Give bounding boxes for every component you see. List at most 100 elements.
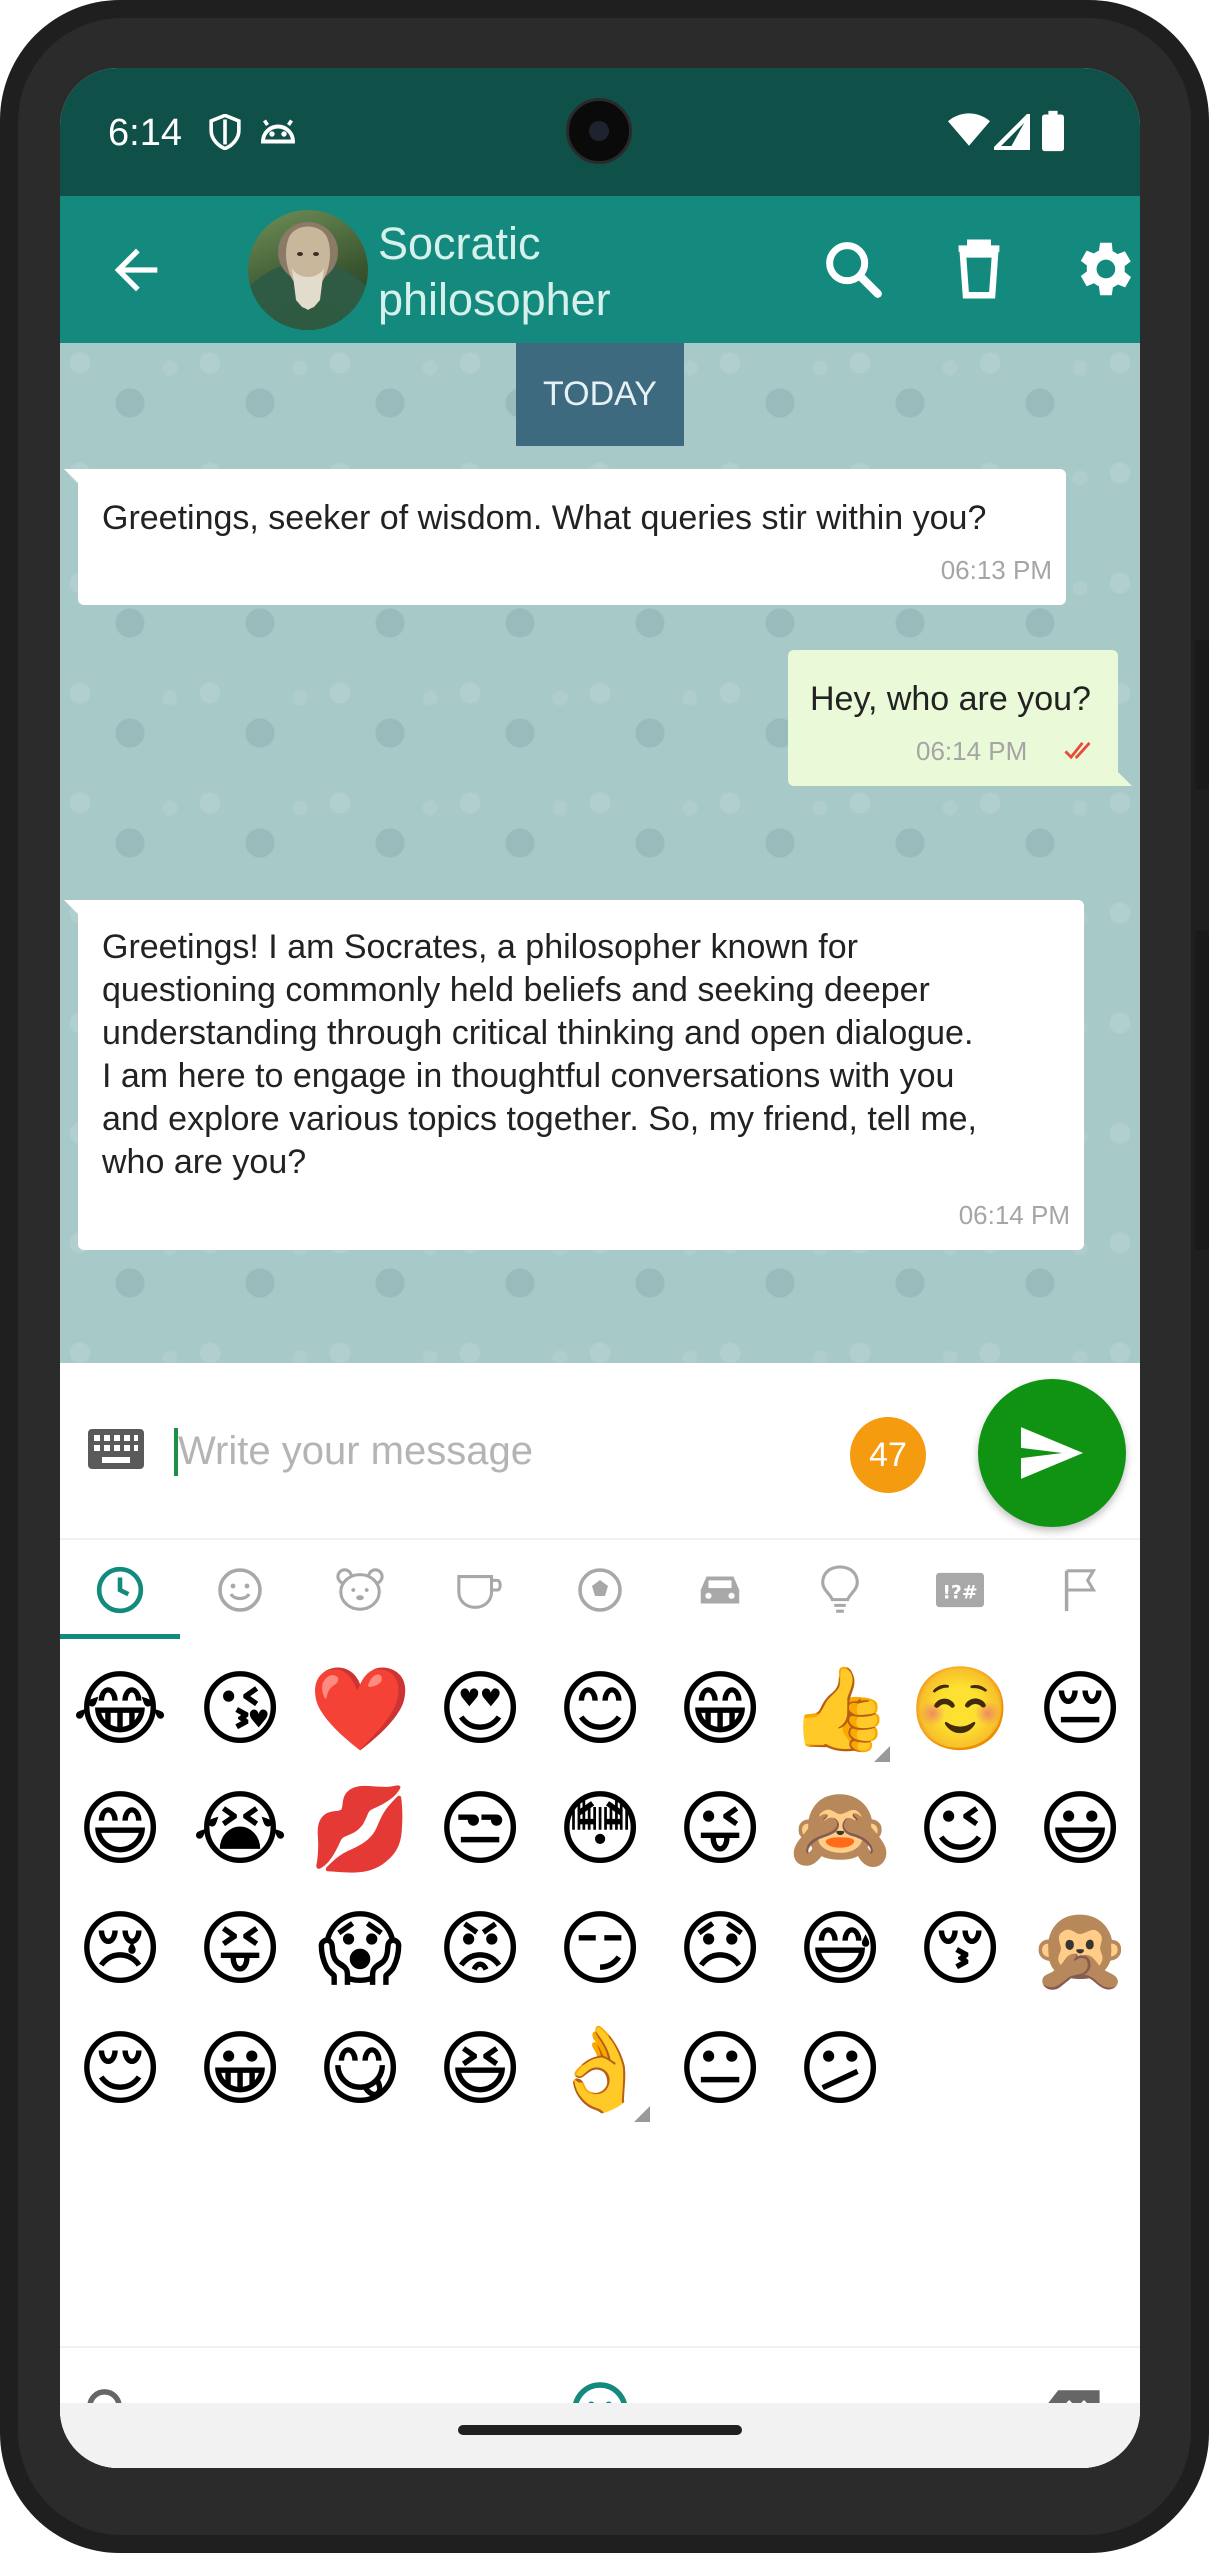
emoji-key[interactable]: 😋 [300,2010,420,2130]
power-button [1195,640,1209,790]
emoji-key[interactable]: 😁 [660,1650,780,1770]
emoji-key[interactable]: 😚 [900,1890,1020,2010]
tab-travel[interactable] [660,1540,780,1640]
back-arrow-icon[interactable] [104,238,168,302]
tab-smileys[interactable] [180,1540,300,1640]
message-text: Greetings, seeker of wisdom. What querie… [102,499,987,537]
emoji-key[interactable]: 😝 [180,1890,300,2010]
message-bubble-incoming[interactable]: Greetings, seeker of wisdom. What querie… [64,469,1066,605]
phone-screen: 6:14 Socratic philosopher TODAY Greeting… [60,68,1140,2468]
bubble-tail [1114,768,1132,786]
search-icon[interactable] [818,234,888,304]
emoji-category-tabs: !?# [60,1540,1140,1640]
message-line: questioning commonly held beliefs and se… [102,971,930,1009]
emoji-key[interactable]: 😀 [180,2010,300,2130]
bubble-tail [64,469,82,487]
emoji-key[interactable]: 👍 [780,1650,900,1770]
message-text: Hey, who are you? [810,680,1091,718]
tab-objects[interactable] [780,1540,900,1640]
lightbulb-icon [821,1565,859,1613]
emoji-key[interactable]: 😂 [60,1650,180,1770]
emoji-key[interactable]: 😊 [540,1650,660,1770]
message-bubble-outgoing[interactable]: Hey, who are you? 06:14 PM [788,650,1132,786]
emoji-keyboard: !?# 😂 😘 ❤️ 😍 😊 😁 👍 ☺️ 😔 😄 😭 💋 😒 😳 😜 🙈 😉 😃 😢 😝 😱 😡 😏 😞 😅 😚 🙊 😌 😀 😋 😆 👌 😐 😕 [60,1538,1140,2468]
tab-food[interactable] [420,1540,540,1640]
emoji-key[interactable]: 😞 [660,1890,780,2010]
emoji-key[interactable]: 😔 [1020,1650,1140,1770]
message-line: and explore various topics together. So,… [102,1100,978,1138]
emoji-key[interactable]: 😜 [660,1770,780,1890]
tab-activities[interactable] [540,1540,660,1640]
emoji-key[interactable]: 😳 [540,1770,660,1890]
emoji-key[interactable]: ☺️ [900,1650,1020,1770]
emoji-key[interactable]: 😘 [180,1650,300,1770]
message-line: Greetings! I am Socrates, a philosopher … [102,928,858,966]
message-line: I am here to engage in thoughtful conver… [102,1057,955,1095]
emoji-key[interactable]: 😆 [420,2010,540,2130]
chat-message-list[interactable]: TODAY Greetings, seeker of wisdom. What … [60,343,1140,1363]
tab-animals[interactable] [300,1540,420,1640]
tab-flags[interactable] [1020,1540,1140,1640]
emoji-key[interactable]: 😉 [900,1770,1020,1890]
emoji-key[interactable]: 😡 [420,1890,540,2010]
emoji-key[interactable]: 🙈 [780,1770,900,1890]
clock-icon [96,1566,144,1614]
emoji-key[interactable]: 😏 [540,1890,660,2010]
settings-icon[interactable] [1068,234,1138,304]
emoji-key[interactable]: 😅 [780,1890,900,2010]
message-line: understanding through critical thinking … [102,1014,974,1052]
selected-tab-indicator [60,1634,180,1639]
message-bubble-incoming[interactable]: Greetings! I am Socrates, a philosopher … [64,900,1084,1250]
emoji-key[interactable]: 😱 [300,1890,420,2010]
volume-button [1195,930,1209,1250]
emoji-key[interactable]: 💋 [300,1770,420,1890]
character-counter-badge: 47 [850,1417,926,1493]
send-button[interactable] [978,1379,1126,1527]
message-line: who are you? [102,1143,307,1181]
delete-icon[interactable] [944,234,1014,304]
home-gesture-handle[interactable] [458,2425,742,2435]
bubble-tail [64,900,82,918]
phone-frame: 6:14 Socratic philosopher TODAY Greeting… [0,0,1209,2553]
tab-symbols[interactable]: !?# [900,1540,1020,1640]
message-time: 06:14 PM [916,736,1028,766]
flag-icon [1064,1569,1097,1612]
skin-tone-variant-indicator [874,1746,890,1762]
date-separator: TODAY [516,343,684,446]
shield-icon [209,114,241,150]
tab-recent[interactable] [60,1540,180,1640]
emoji-key[interactable]: 😍 [420,1650,540,1770]
emoji-key[interactable]: 😌 [60,2010,180,2130]
contact-name[interactable]: Socratic philosopher [378,216,678,328]
emoji-key[interactable]: 😒 [420,1770,540,1890]
svg-text:!?#: !?# [942,1583,977,1604]
android-head-icon [261,119,295,144]
emoji-key[interactable]: 😄 [60,1770,180,1890]
bear-face-icon [336,1568,384,1611]
emoji-key[interactable]: 😭 [180,1770,300,1890]
front-camera [566,98,632,164]
coffee-cup-icon [457,1575,502,1609]
wifi-icon [948,113,990,146]
emoji-key[interactable]: 😐 [660,2010,780,2130]
keyboard-toggle-icon[interactable] [88,1429,144,1469]
car-icon [700,1576,740,1604]
emoji-key[interactable]: 😕 [780,2010,900,2130]
emoji-key[interactable]: 😃 [1020,1770,1140,1890]
symbols-icon: !?# [936,1572,984,1608]
contact-avatar[interactable] [248,210,368,330]
emoji-key[interactable]: 🙊 [1020,1890,1140,2010]
philosopher-portrait-image [268,226,348,330]
message-text: Greetings! I am Socrates, a philosopher … [102,926,977,1184]
emoji-key[interactable]: ❤️ [300,1650,420,1770]
battery-icon [1042,110,1064,152]
message-input[interactable] [178,1419,838,1483]
chat-header: Socratic philosopher [60,196,1140,343]
emoji-key[interactable]: 👌 [540,2010,660,2130]
send-arrow-icon [1021,1427,1083,1479]
double-check-read-icon [1064,741,1091,760]
emoji-key[interactable]: 😢 [60,1890,180,2010]
skin-tone-variant-indicator [634,2106,650,2122]
message-time: 06:13 PM [940,555,1052,585]
status-bar: 6:14 [60,68,1140,196]
